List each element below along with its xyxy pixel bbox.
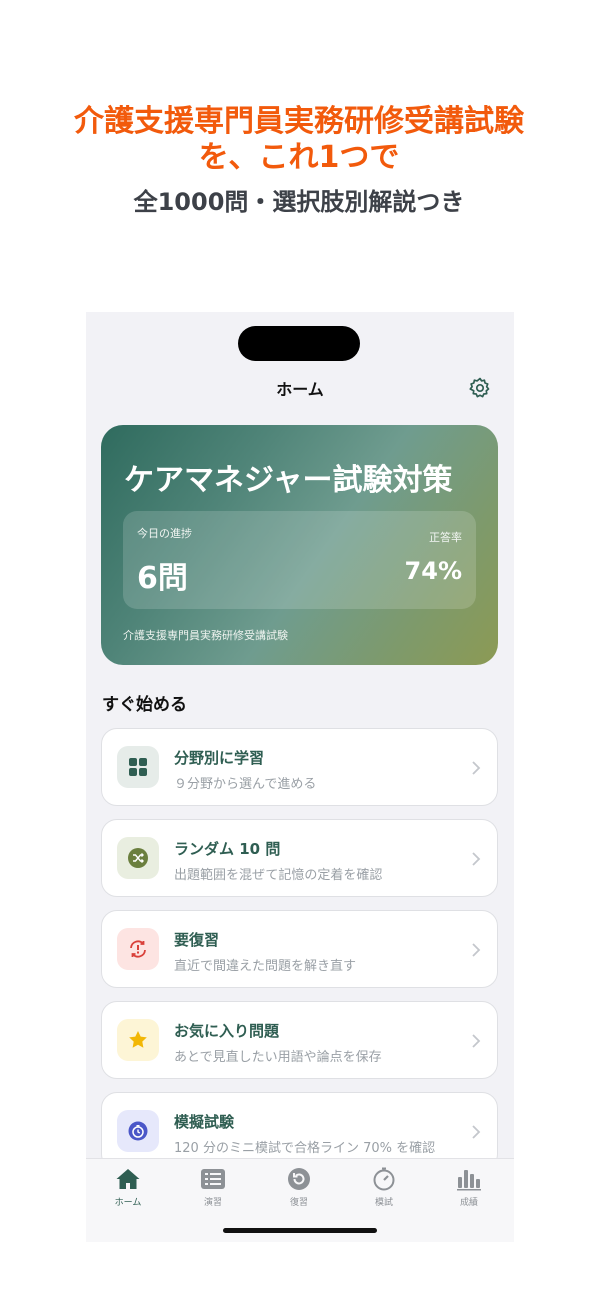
dynamic-island: [238, 326, 360, 361]
progress-value: 6問: [137, 561, 188, 596]
settings-button[interactable]: [468, 376, 492, 400]
menu-item-favorites[interactable]: お気に入り問題 あとで見直したい用語や論点を保存: [101, 1001, 498, 1079]
menu-item-desc: ９分野から選んで進める: [174, 777, 317, 792]
menu-item-by-field[interactable]: 分野別に学習 ９分野から選んで進める: [101, 728, 498, 806]
grid-icon: [129, 758, 147, 776]
shuffle-icon: [128, 848, 148, 868]
chevron-right-icon: [472, 1034, 481, 1048]
tab-label: 演習: [203, 1198, 222, 1208]
tab-mock-exam[interactable]: 模試: [354, 1167, 414, 1208]
list-icon: [201, 1169, 225, 1189]
menu-icon-box: [117, 837, 159, 879]
review-alert-icon: [130, 940, 146, 958]
chevron-right-icon: [472, 761, 481, 775]
menu-icon-box: [117, 746, 159, 788]
hero-card: ケアマネジャー試験対策 今日の進捗 正答率 6問 74% 介護支援専門員実務研修…: [101, 425, 498, 665]
tab-label: 復習: [289, 1198, 308, 1208]
tab-results[interactable]: 成績: [439, 1167, 499, 1208]
gear-icon: [469, 377, 490, 398]
promo-title-line-2: を、これ1つで: [198, 140, 400, 175]
menu-icon-box: [117, 1110, 159, 1152]
bar-chart-icon: [457, 1170, 481, 1191]
menu-item-desc: 120 分のミニ模試で合格ライン 70% を確認: [174, 1141, 436, 1156]
menu-item-desc: 出題範囲を混ぜて記憶の定着を確認: [174, 868, 383, 883]
progress-label: 今日の進捗: [137, 527, 192, 540]
chevron-right-icon: [472, 852, 481, 866]
menu-item-desc: あとで見直したい用語や論点を保存: [174, 1050, 382, 1065]
stopwatch-icon: [373, 1167, 395, 1191]
accuracy-value: 74%: [404, 557, 462, 585]
hero-title: ケアマネジャー試験対策: [124, 463, 453, 498]
chevron-right-icon: [472, 1125, 481, 1139]
menu-item-title: 模擬試験: [174, 1113, 235, 1131]
menu-icon-box: [117, 1019, 159, 1061]
menu-item-review[interactable]: 要復習 直近で間違えた問題を解き直す: [101, 910, 498, 988]
promo-subtitle: 全1000問・選択肢別解説つき: [133, 188, 465, 216]
tab-review[interactable]: 復習: [269, 1167, 329, 1208]
phone-screen: ホーム ケアマネジャー試験対策 今日の進捗 正答率 6問 74% 介護支援専門員…: [86, 312, 514, 1242]
page-title: ホーム: [276, 380, 324, 399]
menu-item-title: お気に入り問題: [174, 1022, 280, 1040]
timer-icon: [128, 1121, 148, 1141]
chevron-right-icon: [472, 943, 481, 957]
home-indicator: [223, 1228, 377, 1233]
exam-name: 介護支援専門員実務研修受講試験: [123, 629, 288, 642]
menu-item-title: 要復習: [174, 931, 220, 949]
tab-label: 模試: [374, 1198, 393, 1208]
home-icon: [116, 1169, 140, 1189]
menu-item-title: ランダム 10 問: [174, 840, 281, 858]
replay-icon: [288, 1168, 310, 1190]
today-stats-panel: 今日の進捗 正答率 6問 74%: [123, 511, 476, 609]
tab-label: ホーム: [114, 1198, 142, 1208]
tab-practice[interactable]: 演習: [183, 1167, 243, 1208]
section-title: すぐ始める: [102, 695, 187, 715]
menu-item-desc: 直近で間違えた問題を解き直す: [174, 959, 357, 974]
accuracy-label: 正答率: [429, 531, 462, 544]
star-icon: [129, 1031, 147, 1048]
tab-label: 成績: [459, 1198, 478, 1208]
menu-item-random[interactable]: ランダム 10 問 出題範囲を混ぜて記憶の定着を確認: [101, 819, 498, 897]
promo-title-line-1: 介護支援専門員実務研修受講試験: [74, 104, 524, 139]
tab-home[interactable]: ホーム: [98, 1167, 158, 1208]
menu-item-title: 分野別に学習: [174, 749, 265, 767]
menu-icon-box: [117, 928, 159, 970]
